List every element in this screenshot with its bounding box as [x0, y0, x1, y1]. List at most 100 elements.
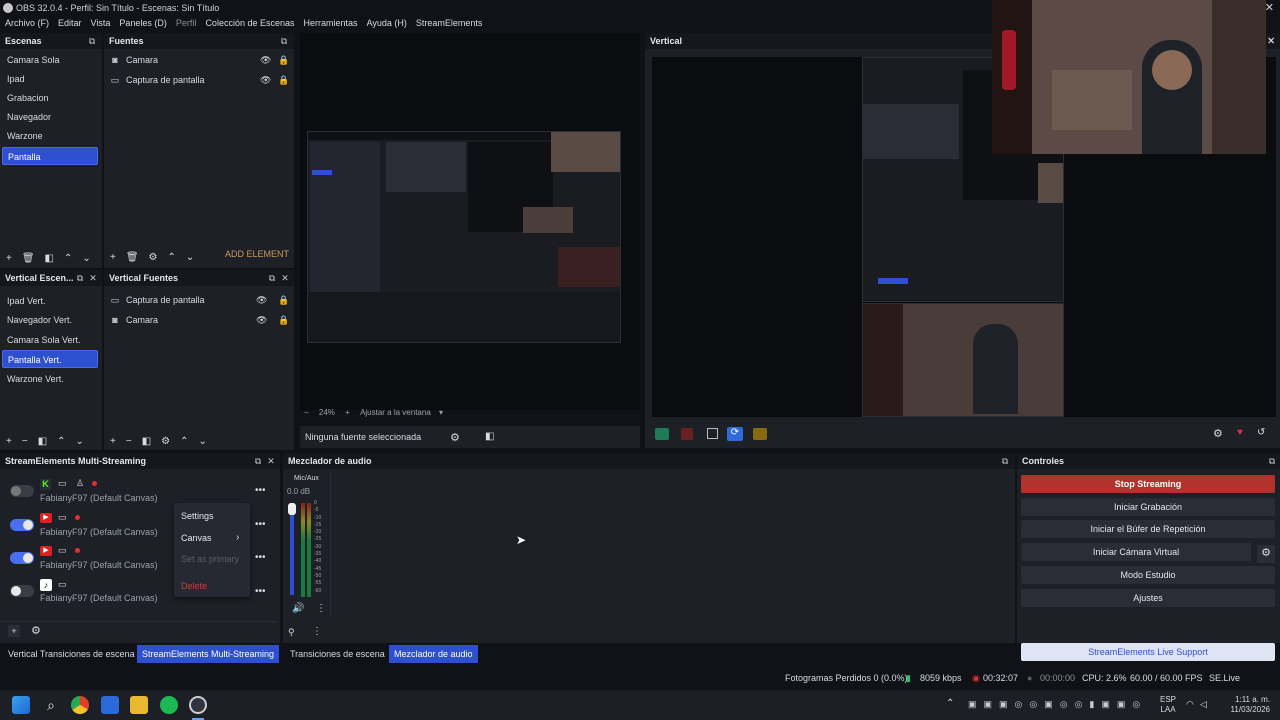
- gear-icon[interactable]: ⚙: [450, 431, 460, 444]
- close-icon[interactable]: ✕: [1267, 36, 1275, 47]
- add-icon[interactable]: +: [8, 625, 20, 637]
- menu-paneles[interactable]: Paneles (D): [119, 16, 167, 31]
- scene-item-selected[interactable]: Pantalla: [2, 147, 98, 165]
- stream-status-icon[interactable]: [655, 428, 669, 440]
- menu-canvas[interactable]: Canvas: [181, 533, 212, 543]
- down-icon[interactable]: ⌄: [82, 253, 90, 264]
- vertical-scene-item[interactable]: Warzone Vert.: [2, 370, 98, 388]
- gear-icon[interactable]: ⚙: [149, 252, 158, 263]
- record-icon[interactable]: [681, 428, 693, 440]
- tab-vertical-transitions[interactable]: Vertical Transiciones de escena: [3, 645, 140, 663]
- remove-icon[interactable]: −: [22, 436, 28, 447]
- undock-icon[interactable]: ⧉: [278, 33, 290, 49]
- virtual-camera-button[interactable]: Iniciar Cámara Virtual: [1021, 543, 1251, 561]
- filter-icon[interactable]: ◧: [38, 436, 47, 447]
- chevron-up-icon[interactable]: ⌃: [946, 698, 954, 709]
- close-window-icon[interactable]: ✕: [1265, 0, 1274, 16]
- eye-icon[interactable]: 👁: [256, 315, 267, 326]
- tab-multistreaming[interactable]: StreamElements Multi-Streaming: [137, 645, 280, 663]
- source-item[interactable]: ◙ Camara: [110, 51, 158, 69]
- more-icon[interactable]: ⋮: [312, 626, 322, 637]
- menu-archivo[interactable]: Archivo (F): [5, 16, 49, 31]
- up-icon[interactable]: ⌃: [180, 436, 188, 447]
- vertical-scene-item[interactable]: Camara Sola Vert.: [2, 331, 98, 349]
- store-icon[interactable]: [101, 696, 119, 714]
- lock-icon[interactable]: 🔒: [278, 295, 289, 306]
- menu-delete[interactable]: Delete: [181, 581, 207, 591]
- down-icon[interactable]: ⌄: [199, 436, 207, 447]
- gear-icon[interactable]: ⚙: [1213, 427, 1223, 440]
- scene-item[interactable]: Grabacion: [2, 89, 98, 107]
- scene-item[interactable]: Camara Sola: [2, 51, 98, 69]
- chrome-icon[interactable]: [71, 696, 89, 714]
- volume-slider-handle[interactable]: [288, 503, 296, 515]
- clock[interactable]: 1:11 a. m. 11/03/2026: [1222, 695, 1270, 715]
- undock-icon[interactable]: ⧉: [1266, 453, 1278, 469]
- lock-icon[interactable]: 🔒: [278, 315, 289, 326]
- more-icon[interactable]: •••: [255, 485, 266, 496]
- close-icon[interactable]: ✕: [87, 270, 99, 286]
- up-icon[interactable]: ⌃: [57, 436, 65, 447]
- folder-icon[interactable]: [130, 696, 148, 714]
- undock-icon[interactable]: ⧉: [86, 33, 98, 49]
- enable-toggle[interactable]: [10, 585, 34, 597]
- source-item[interactable]: ▭ Captura de pantalla: [110, 71, 205, 89]
- up-icon[interactable]: ⌃: [64, 253, 72, 264]
- add-icon[interactable]: +: [6, 253, 12, 264]
- gear-icon[interactable]: ⚙: [161, 436, 170, 447]
- trash-icon[interactable]: 🗑: [22, 253, 35, 264]
- up-icon[interactable]: ⌃: [168, 252, 176, 263]
- live-support-button[interactable]: StreamElements Live Support: [1021, 643, 1275, 661]
- scene-item[interactable]: Warzone: [2, 127, 98, 145]
- more-icon[interactable]: ⋮: [316, 603, 326, 614]
- tab-scene-transitions[interactable]: Transiciones de escena: [285, 645, 390, 663]
- studio-mode-button[interactable]: Modo Estudio: [1021, 566, 1275, 584]
- windows-start-icon[interactable]: [12, 696, 30, 714]
- vertical-scene-item[interactable]: Ipad Vert.: [2, 292, 98, 310]
- enable-toggle[interactable]: [10, 552, 34, 564]
- vertical-source-item[interactable]: ◙ Camara: [110, 311, 158, 329]
- lock-icon[interactable]: 🔒: [278, 75, 289, 86]
- menu-ayuda[interactable]: Ayuda (H): [367, 16, 407, 31]
- add-element-button[interactable]: ADD ELEMENT: [225, 249, 289, 259]
- menu-perfil[interactable]: Perfil: [176, 16, 197, 31]
- add-icon[interactable]: +: [110, 252, 116, 263]
- down-icon[interactable]: ⌄: [76, 436, 84, 447]
- keyboard-lang[interactable]: ESP LAA: [1160, 695, 1176, 715]
- menu-coleccion[interactable]: Colección de Escenas: [205, 16, 294, 31]
- fit-to-window[interactable]: Ajustar a la ventana: [360, 408, 431, 417]
- menu-vista[interactable]: Vista: [91, 16, 111, 31]
- undock-icon[interactable]: ⧉: [74, 270, 86, 286]
- scene-item[interactable]: Ipad: [2, 70, 98, 88]
- remove-icon[interactable]: −: [126, 436, 132, 447]
- replay-buffer-button[interactable]: Iniciar el Búfer de Repetición: [1021, 520, 1275, 538]
- stop-streaming-button[interactable]: Stop Streaming: [1021, 475, 1275, 493]
- spotify-icon[interactable]: [160, 696, 178, 714]
- heart-icon[interactable]: ♥: [1237, 427, 1243, 438]
- start-recording-button[interactable]: Iniciar Grabación: [1021, 498, 1275, 516]
- undock-icon[interactable]: ⧉: [266, 270, 278, 286]
- menu-editar[interactable]: Editar: [58, 16, 82, 31]
- link-icon[interactable]: ⚲: [288, 627, 295, 638]
- more-icon[interactable]: •••: [255, 519, 266, 530]
- close-icon[interactable]: ✕: [279, 270, 291, 286]
- more-icon[interactable]: •••: [255, 586, 266, 597]
- vertical-scene-item[interactable]: Navegador Vert.: [2, 311, 98, 329]
- enable-toggle[interactable]: [10, 519, 34, 531]
- settings-button[interactable]: Ajustes: [1021, 589, 1275, 607]
- tab-audio-mixer[interactable]: Mezclador de audio: [389, 645, 478, 663]
- main-preview[interactable]: − 24% + Ajustar a la ventana ▾: [300, 33, 640, 417]
- replay-icon[interactable]: ⟳: [727, 427, 743, 441]
- menu-streamelements[interactable]: StreamElements: [416, 16, 483, 31]
- eye-icon[interactable]: 👁: [256, 295, 267, 306]
- eye-icon[interactable]: 👁: [260, 55, 271, 66]
- more-icon[interactable]: •••: [255, 552, 266, 563]
- down-icon[interactable]: ⌄: [186, 252, 194, 263]
- virtual-cam-icon[interactable]: [753, 428, 767, 440]
- add-icon[interactable]: +: [6, 436, 12, 447]
- trash-icon[interactable]: 🗑: [126, 252, 139, 263]
- chevron-down-icon[interactable]: ▾: [439, 408, 443, 417]
- search-icon[interactable]: ⌕: [42, 696, 60, 714]
- arrow-icon[interactable]: ↺: [1257, 427, 1265, 438]
- square-icon[interactable]: [707, 428, 718, 439]
